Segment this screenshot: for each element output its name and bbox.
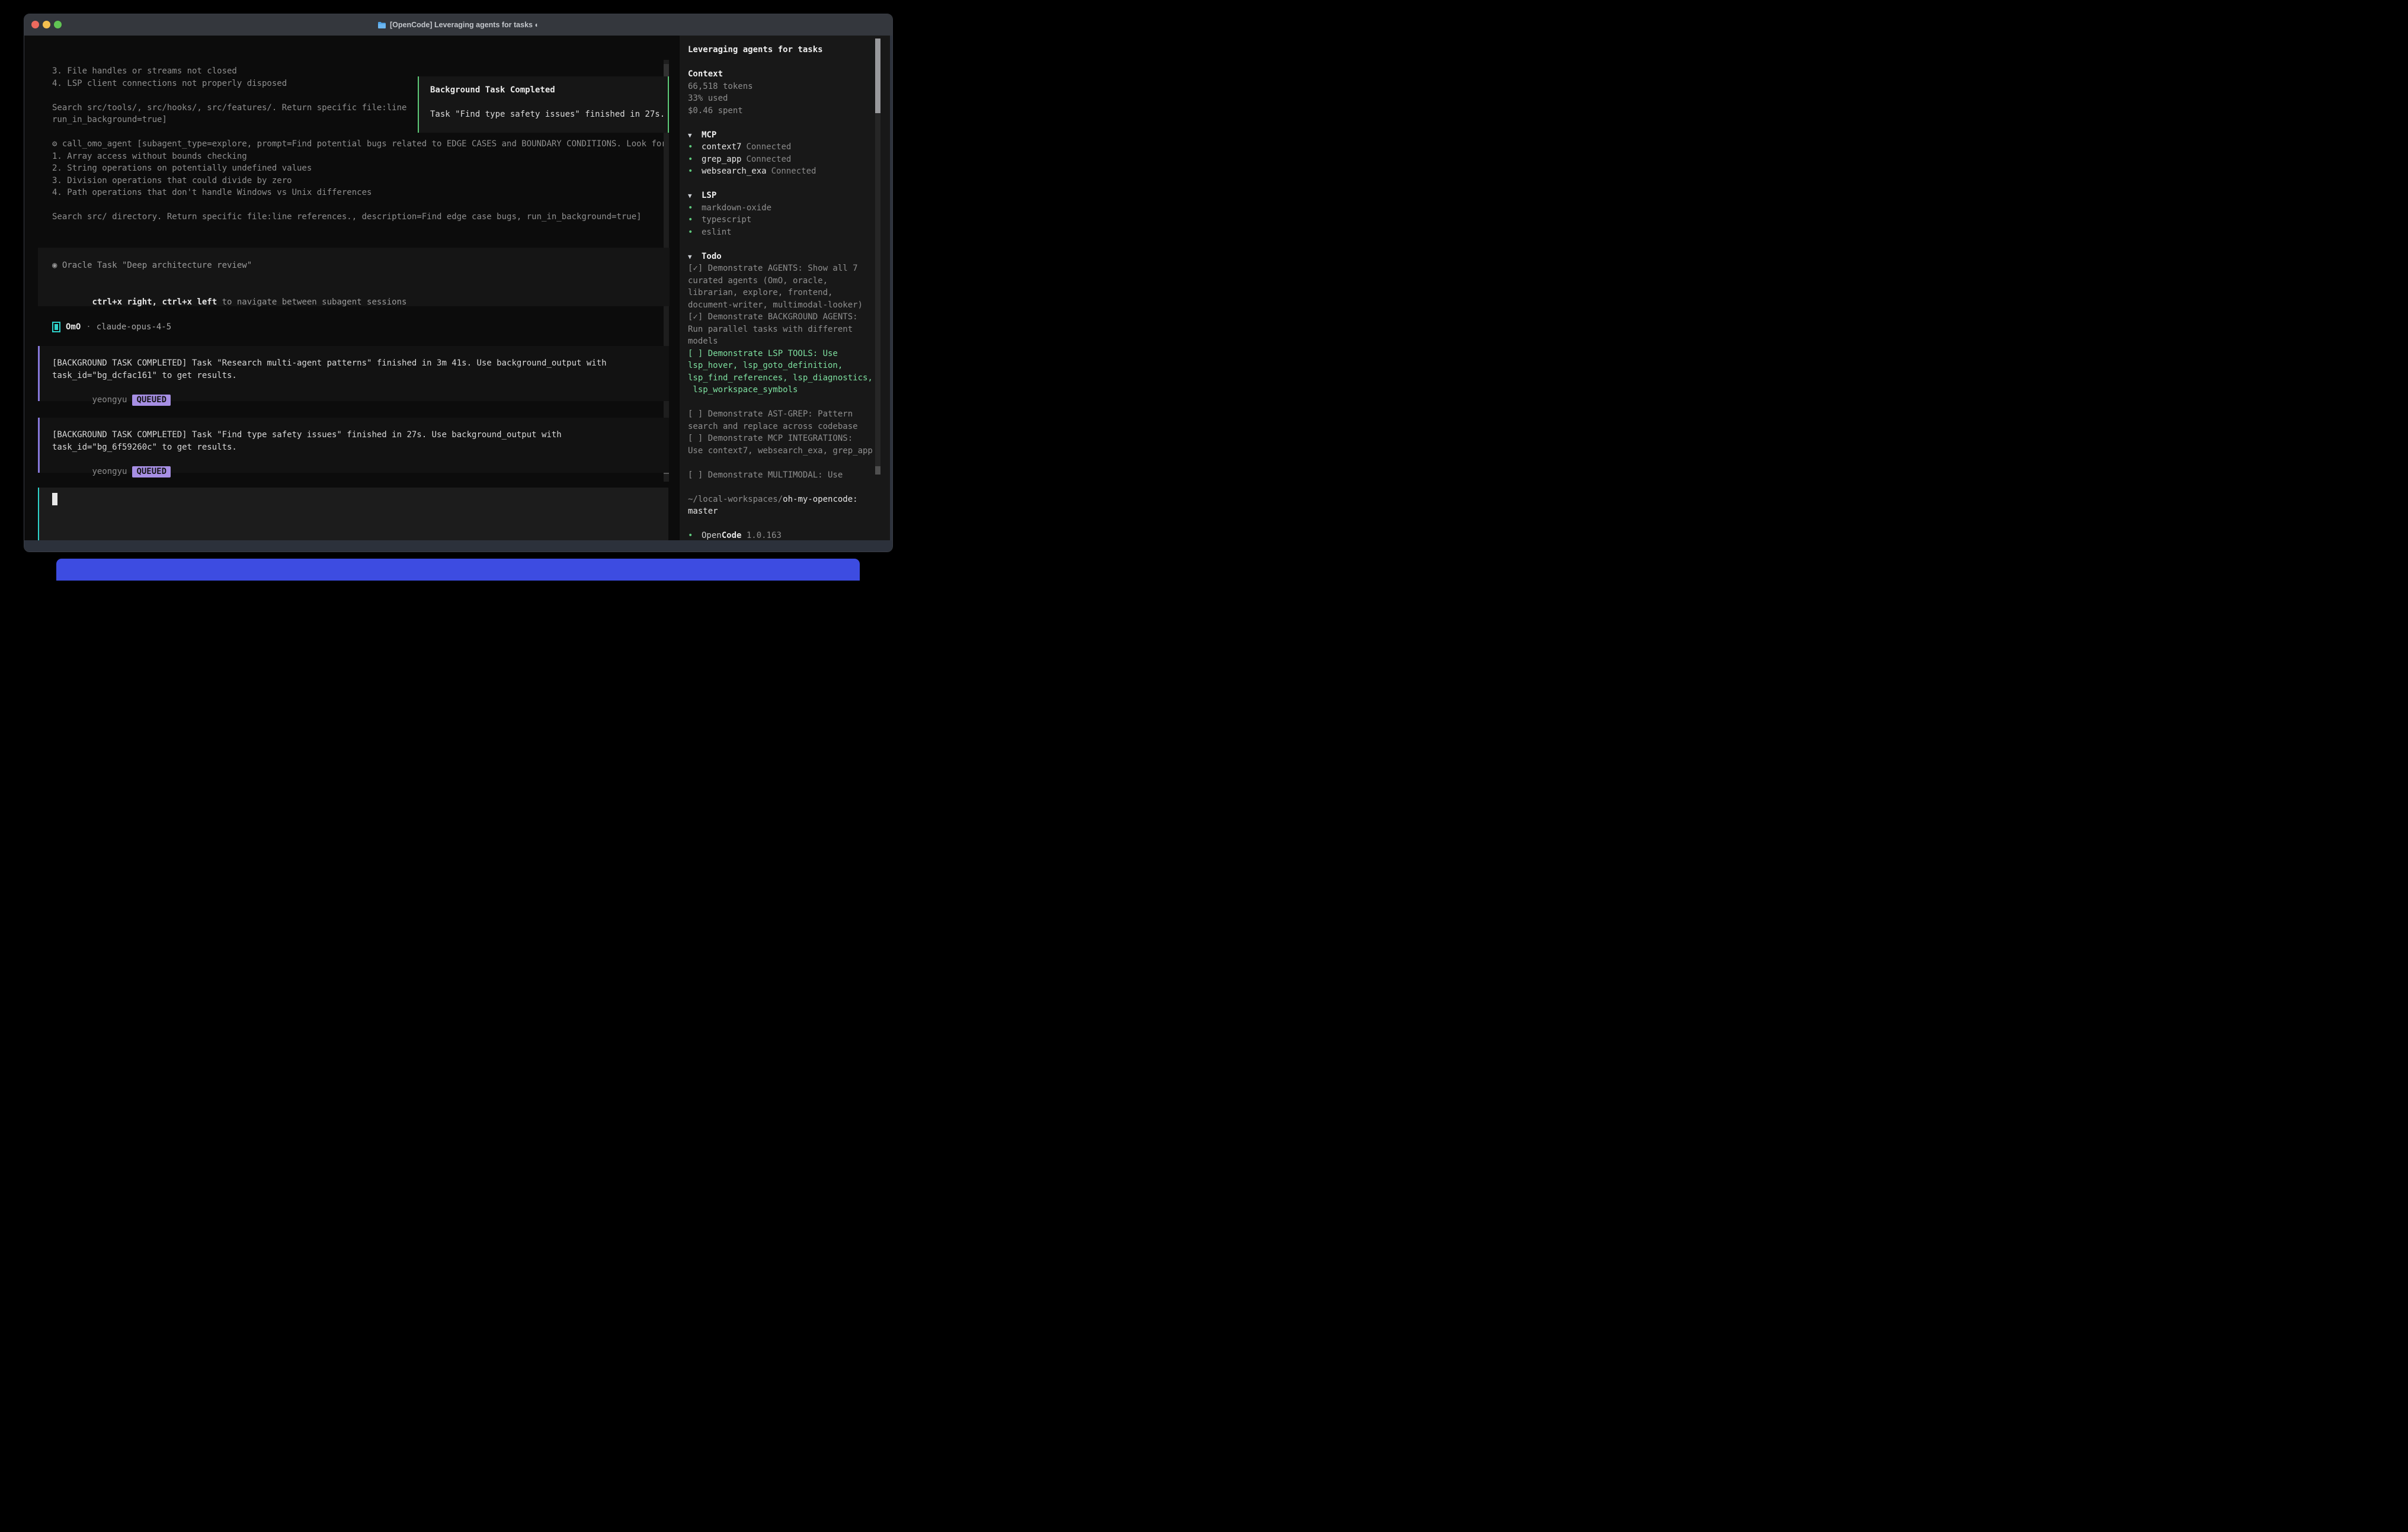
todo-item-active: lsp_find_references, lsp_diagnostics, (688, 372, 880, 384)
message-line: task_id="bg_6f59260c" to get results. (52, 441, 669, 454)
terminal-content: 3. File handles or streams not closed 4.… (24, 36, 892, 540)
status-badge: QUEUED (132, 466, 171, 477)
session-sidebar: Leveraging agents for tasks Context 66,5… (680, 36, 892, 541)
scrollback-line: 3. File handles or streams not closed (52, 65, 667, 78)
todo-item-pending: [ ] Demonstrate AST-GREP: Pattern (688, 408, 880, 421)
zoom-button[interactable] (54, 21, 62, 28)
scrollback-line-tool-call: ⚙ call_omo_agent [subagent_type=explore,… (52, 138, 667, 150)
window-right-edge (890, 36, 892, 540)
sidebar-scrollbar-thumb[interactable] (875, 39, 880, 113)
message-box: [BACKGROUND TASK COMPLETED] Task "Resear… (38, 346, 669, 401)
scrollback-line: Search src/ directory. Return specific f… (52, 211, 667, 223)
todo-item-active: lsp_hover, lsp_goto_definition, (688, 360, 880, 372)
title-bar[interactable]: [OpenCode] Leveraging agents for tasks ◐ (24, 14, 892, 36)
context-tokens: 66,518 tokens (688, 81, 880, 93)
bullet-icon: • (688, 226, 702, 239)
agent-model: claude-opus-4-5 (97, 322, 171, 332)
bullet-icon: • (688, 214, 702, 226)
message-line: [BACKGROUND TASK COMPLETED] Task "Resear… (52, 357, 669, 370)
chevron-down-icon: ▼ (688, 130, 702, 142)
todo-item-pending: [ ] Demonstrate MULTIMODAL: Use (688, 469, 880, 482)
todo-item-done: librarian, explore, frontend, (688, 287, 880, 299)
oracle-task-box: ◉ Oracle Task "Deep architecture review"… (38, 248, 670, 306)
folder-icon (377, 21, 386, 29)
close-button[interactable] (31, 21, 39, 28)
mcp-item: •grep_appConnected (688, 153, 880, 166)
chevron-down-icon: ▼ (688, 251, 702, 264)
message-meta: yeongyuQUEUED (52, 453, 669, 466)
terminal-window: [OpenCode] Leveraging agents for tasks ◐… (24, 14, 893, 552)
sidebar-scrollbar-track (875, 39, 880, 475)
separator-dot: · (86, 322, 91, 332)
text-cursor (52, 493, 57, 505)
shortcut-hint-text: to navigate between subagent sessions (217, 297, 406, 307)
bullet-icon: • (688, 153, 702, 166)
context-heading: Context (688, 68, 880, 81)
lsp-item: •typescript (688, 214, 880, 226)
scrollback-line (52, 199, 667, 211)
mcp-item: •websearch_exaConnected (688, 165, 880, 178)
todo-item-done: models (688, 335, 880, 348)
lsp-section-header[interactable]: ▼LSP (688, 190, 880, 202)
sidebar-scrollbar-segment[interactable] (875, 466, 880, 475)
chat-scrollbar-segment-top[interactable] (664, 64, 669, 77)
background-task-toast: Background Task Completed Task "Find typ… (418, 76, 669, 133)
todo-item-pending: Use context7, websearch_exa, grep_app (688, 445, 880, 457)
mcp-item: •context7Connected (688, 141, 880, 153)
scrollback-line: 2. String operations on potentially unde… (52, 162, 667, 175)
todo-item-done: [✓] Demonstrate AGENTS: Show all 7 (688, 262, 880, 275)
scrollback-line: 4. Path operations that don't handle Win… (52, 187, 667, 199)
bullet-icon: • (688, 202, 702, 214)
todo-item-done: curated agents (OmO, oracle, (688, 275, 880, 287)
todo-item-pending: [ ] Demonstrate MCP INTEGRATIONS: (688, 432, 880, 445)
input-meta: OmOOpus 4.5Anthropic (52, 527, 207, 539)
bullet-icon: • (688, 141, 702, 153)
agent-name: OmO (66, 322, 81, 332)
workspace-path: ~/local-workspaces/oh-my-opencode: (688, 493, 880, 506)
workspace-branch: master (688, 505, 880, 518)
todo-item-done: [✓] Demonstrate BACKGROUND AGENTS: (688, 311, 880, 323)
scrollback-line: 3. Division operations that could divide… (52, 175, 667, 187)
minimize-button[interactable] (43, 21, 50, 28)
message-box: [BACKGROUND TASK COMPLETED] Task "Find t… (38, 418, 669, 473)
todo-item-active: lsp_workspace_symbols (688, 384, 880, 396)
session-title: Leveraging agents for tasks (688, 44, 880, 56)
message-line: task_id="bg_dcfac161" to get results. (52, 370, 669, 382)
message-meta: yeongyuQUEUED (52, 382, 669, 394)
bullet-icon: • (688, 165, 702, 178)
oracle-task-line: ◉ Oracle Task "Deep architecture review" (52, 259, 252, 272)
dock-bar[interactable] (56, 559, 860, 581)
toast-body: Task "Find type safety issues" finished … (430, 108, 665, 121)
context-used: 33% used (688, 92, 880, 105)
mcp-section-header[interactable]: ▼MCP (688, 129, 880, 142)
toast-title: Background Task Completed (430, 84, 555, 97)
status-badge: QUEUED (132, 395, 171, 406)
oracle-task-hint: ctrl+x right, ctrl+x left to navigate be… (52, 284, 406, 296)
todo-item-done: Run parallel tasks with different (688, 323, 880, 336)
context-spent: $0.46 spent (688, 105, 880, 117)
todo-item-done: document-writer, multimodal-looker) (688, 299, 880, 312)
keyboard-shortcuts: ctrl+x right, ctrl+x left (92, 297, 217, 307)
window-bottom-bar (24, 540, 892, 552)
prompt-input[interactable]: OmOOpus 4.5Anthropic (38, 488, 668, 543)
todo-item-pending: search and replace across codebase (688, 421, 880, 433)
message-author: yeongyu (92, 395, 127, 405)
lsp-item: •markdown-oxide (688, 202, 880, 214)
message-line: [BACKGROUND TASK COMPLETED] Task "Find t… (52, 429, 669, 441)
chevron-down-icon: ▼ (688, 190, 702, 203)
window-title: [OpenCode] Leveraging agents for tasks ◐ (390, 21, 539, 29)
todo-section-header[interactable]: ▼Todo (688, 251, 880, 263)
lsp-item: •eslint (688, 226, 880, 239)
agent-header: OmO · claude-opus-4-5 (52, 320, 171, 334)
todo-item-active: [ ] Demonstrate LSP TOOLS: Use (688, 348, 880, 360)
agent-square-icon (52, 322, 60, 332)
message-author: yeongyu (92, 467, 127, 476)
scrollback-line: 1. Array access without bounds checking (52, 150, 667, 163)
